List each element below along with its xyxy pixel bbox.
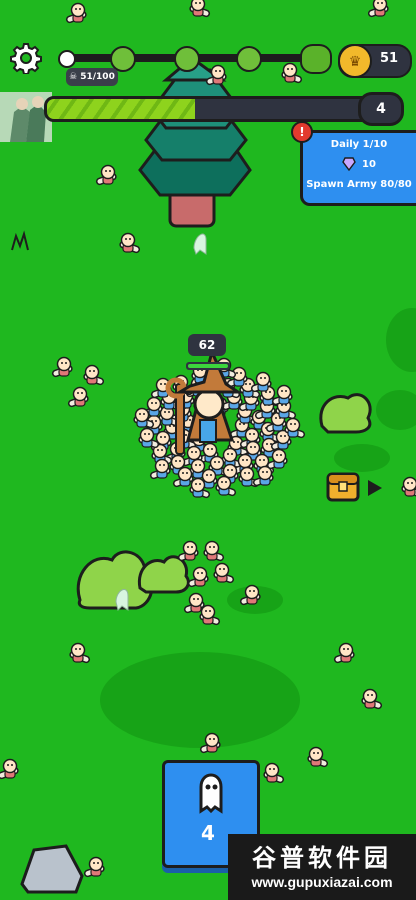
- alert-badge: !: [291, 121, 313, 143]
- skull-icon: ☠: [69, 72, 78, 82]
- level-badge: 4: [358, 92, 404, 126]
- minion: [213, 562, 235, 584]
- settings-button[interactable]: [10, 42, 42, 75]
- shadow-patch: [376, 390, 416, 430]
- coin-count: 51: [379, 51, 399, 66]
- xp-bar-fill: [47, 99, 196, 119]
- daily-task: Spawn Army 80/80: [306, 179, 412, 190]
- wave-progress-knob: [58, 50, 76, 68]
- minion: [69, 642, 91, 664]
- minion: [119, 232, 141, 254]
- minion: [95, 164, 117, 186]
- minion: [199, 604, 221, 626]
- army-count-badge: 62: [188, 334, 226, 356]
- chest-direction-arrow: [368, 480, 382, 496]
- minion: [187, 566, 209, 588]
- minion: [65, 2, 87, 24]
- minion: [203, 540, 225, 562]
- diamond-icon: [342, 157, 356, 171]
- treasure-chest: [326, 472, 360, 502]
- gear-icon: [10, 43, 42, 75]
- zombie-head-icon: [236, 46, 262, 72]
- shadow-patch: [386, 308, 416, 372]
- minion: [189, 0, 211, 18]
- minion: [149, 458, 171, 480]
- rock: [20, 844, 84, 894]
- minion: [252, 465, 274, 487]
- minion: [67, 386, 89, 408]
- crown-icon: ♛: [338, 44, 372, 78]
- minion: [83, 856, 105, 878]
- shadow-patch: [100, 652, 300, 748]
- bush: [319, 393, 372, 434]
- pine-tree: [138, 56, 252, 228]
- minion: [281, 62, 303, 84]
- daily-reward: 10: [362, 158, 376, 170]
- watermark-url: www.gupuxiazai.com: [251, 874, 393, 890]
- ghost-icon: [193, 233, 207, 255]
- bush: [76, 550, 190, 610]
- minion: [401, 476, 416, 498]
- minion: [367, 0, 389, 18]
- minion: [361, 688, 383, 710]
- grass-tuft: [11, 230, 29, 251]
- kill-counter: ☠ 51/100: [66, 68, 118, 86]
- zombie-head-icon: [174, 46, 200, 72]
- daily-title: Daily 1/10: [330, 139, 388, 150]
- ghost-icon: [199, 773, 223, 814]
- minion: [307, 746, 329, 768]
- minion: [0, 758, 19, 780]
- minion: [51, 356, 73, 378]
- watermark-title: 谷普软件园: [252, 844, 392, 872]
- minion: [263, 762, 285, 784]
- player-avatar[interactable]: [0, 92, 52, 142]
- daily-quest-card[interactable]: Daily 1/10 10 Spawn Army 80/80: [300, 130, 416, 206]
- minion: [83, 364, 105, 386]
- minion: [177, 540, 199, 562]
- kill-counter-text: 51/100: [80, 72, 115, 82]
- shadow-patch: [334, 444, 390, 472]
- minion: [333, 642, 355, 664]
- boss-head-icon: [300, 44, 332, 74]
- xp-bar: [44, 96, 372, 122]
